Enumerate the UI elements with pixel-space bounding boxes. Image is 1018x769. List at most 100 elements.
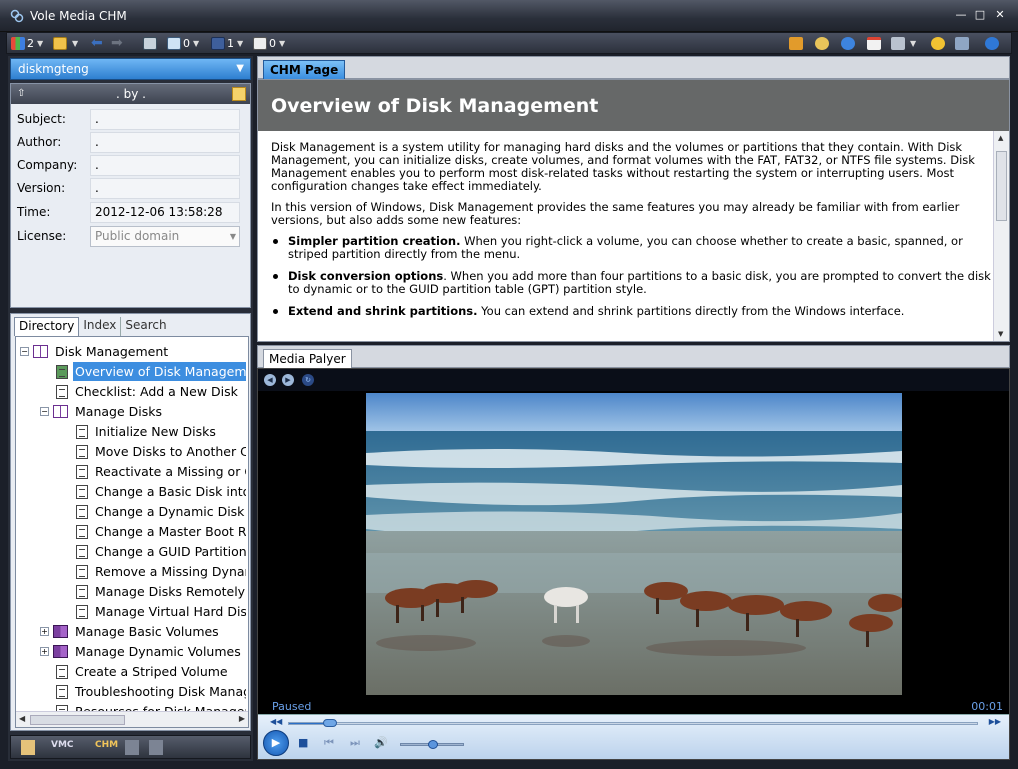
- tab-media-player[interactable]: Media Palyer: [263, 349, 352, 369]
- toolbar-item-1[interactable]: 2 ▼: [11, 35, 43, 52]
- chevron-down-icon: ▼: [229, 232, 236, 241]
- toolbar-item-2[interactable]: ▼: [53, 35, 78, 52]
- scroll-left-icon[interactable]: ◀: [19, 714, 25, 723]
- seek-handle[interactable]: [323, 719, 338, 727]
- tool-icon[interactable]: [125, 740, 139, 755]
- stop-button[interactable]: ■: [298, 736, 308, 749]
- next-button[interactable]: ⏭: [350, 736, 360, 750]
- calendar-button[interactable]: [867, 35, 883, 52]
- vmc-button[interactable]: VMC: [51, 740, 74, 755]
- tree-node[interactable]: Move Disks to Another Computer: [76, 442, 246, 461]
- network-button[interactable]: [955, 35, 971, 52]
- maximize-button[interactable]: □: [973, 9, 987, 21]
- network-icon[interactable]: [149, 740, 163, 755]
- palette-button[interactable]: [815, 35, 831, 52]
- tree-node-label: Troubleshooting Disk Management: [75, 684, 246, 699]
- tree-node[interactable]: Change a Dynamic Disk Back to a Basic Di…: [76, 502, 246, 521]
- previous-button[interactable]: ⏮: [324, 736, 334, 750]
- help-button[interactable]: [841, 35, 857, 52]
- list-item: Extend and shrink partitions. You can ex…: [271, 305, 991, 318]
- tree-node[interactable]: Reactivate a Missing or Offline Disk: [76, 462, 246, 481]
- collapse-icon[interactable]: −: [20, 347, 29, 356]
- toolbar-item-4-count: 1: [227, 37, 234, 50]
- toolbar-save-button[interactable]: [143, 35, 159, 52]
- chm-page-view: Overview of Disk Management Disk Managem…: [257, 79, 1010, 342]
- tab-directory[interactable]: Directory: [14, 317, 80, 336]
- tab-index[interactable]: Index: [79, 317, 122, 336]
- collapse-icon[interactable]: −: [40, 407, 49, 416]
- license-select[interactable]: Public domain ▼: [90, 226, 240, 247]
- tree-node[interactable]: Checklist: Add a New Disk: [56, 382, 240, 401]
- scrollbar-thumb[interactable]: [30, 715, 125, 725]
- settings-button[interactable]: ▼: [891, 35, 916, 52]
- tree-node[interactable]: − Disk Management: [20, 342, 170, 361]
- seek-bar[interactable]: [288, 719, 978, 727]
- tree-node[interactable]: Resources for Disk Management: [56, 702, 246, 711]
- tab-chm-page[interactable]: CHM Page: [263, 60, 346, 80]
- info-row-author: Author: .: [11, 131, 250, 153]
- subject-field[interactable]: .: [90, 109, 240, 130]
- vertical-scrollbar[interactable]: ▲ ▼: [993, 131, 1009, 341]
- minimize-button[interactable]: —: [954, 9, 968, 21]
- scrollbar-thumb[interactable]: [996, 151, 1007, 221]
- toolbar-item-1-count: 2: [27, 37, 34, 50]
- expand-icon[interactable]: +: [40, 647, 49, 656]
- volume-icon[interactable]: 🔊: [374, 736, 388, 749]
- tree-node[interactable]: Initialize New Disks: [76, 422, 218, 441]
- tree-node[interactable]: + Manage Basic Volumes: [40, 622, 221, 641]
- next-clip-icon[interactable]: ▶: [282, 374, 294, 386]
- close-button[interactable]: ✕: [993, 9, 1007, 21]
- left-panel: diskmgteng ▼ ⇧ . by . Subject: . Author:…: [8, 56, 253, 761]
- author-field[interactable]: .: [90, 132, 240, 153]
- volume-slider[interactable]: [400, 740, 464, 749]
- forward-button[interactable]: ➡: [111, 35, 123, 52]
- chevron-down-icon: ▼: [237, 39, 244, 48]
- collapse-icon[interactable]: ⇧: [17, 84, 25, 104]
- timer-button[interactable]: [931, 35, 947, 52]
- pin-icon[interactable]: ▼: [236, 59, 244, 79]
- previous-clip-icon[interactable]: ◀: [264, 374, 276, 386]
- version-field[interactable]: .: [90, 178, 240, 199]
- chm-button[interactable]: CHM: [95, 740, 118, 755]
- tree-node[interactable]: Create a Striped Volume: [56, 662, 230, 681]
- refresh-icon[interactable]: ↻: [302, 374, 314, 386]
- book-icon: [53, 625, 68, 638]
- expand-icon[interactable]: +: [40, 627, 49, 636]
- toolbar-item-5[interactable]: 0 ▼: [253, 35, 285, 52]
- toolbar-item-3[interactable]: 0 ▼: [167, 35, 199, 52]
- chevron-down-icon: ▼: [37, 39, 44, 48]
- tree-node[interactable]: − Manage Disks: [40, 402, 164, 421]
- time-field[interactable]: 2012-12-06 13:58:28: [90, 202, 240, 223]
- tree-node[interactable]: Change a Master Boot Record Disk: [76, 522, 246, 541]
- page-icon: [76, 524, 88, 539]
- tools-button[interactable]: [789, 35, 805, 52]
- edit-icon[interactable]: [232, 87, 246, 101]
- tree-node[interactable]: + Manage Dynamic Volumes: [40, 642, 243, 661]
- palette-icon: [815, 37, 829, 50]
- volume-handle[interactable]: [428, 740, 438, 749]
- tree-node[interactable]: Troubleshooting Disk Management: [56, 682, 246, 701]
- scroll-right-icon[interactable]: ▶: [239, 714, 245, 723]
- scroll-down-icon[interactable]: ▼: [998, 330, 1003, 338]
- document-name: diskmgteng: [18, 62, 89, 76]
- tree-node[interactable]: Change a GUID Partition Table Disk: [76, 542, 246, 561]
- horizontal-scrollbar[interactable]: ◀ ▶: [16, 711, 248, 727]
- scroll-up-icon[interactable]: ▲: [998, 134, 1003, 142]
- tree-node[interactable]: Overview of Disk Management: [56, 361, 246, 382]
- rewind-icon[interactable]: ◀◀: [270, 717, 282, 726]
- video-frame[interactable]: [366, 393, 902, 695]
- toolbar-item-4[interactable]: 1 ▼: [211, 35, 243, 52]
- play-button[interactable]: ▶: [263, 730, 289, 756]
- tree-node[interactable]: Change a Basic Disk into a Dynamic Disk: [76, 482, 246, 501]
- company-field[interactable]: .: [90, 155, 240, 176]
- title-bar: Vole Media CHM — □ ✕: [0, 0, 1018, 32]
- tree-node[interactable]: Remove a Missing Dynamic Disk: [76, 562, 246, 581]
- about-button[interactable]: [985, 35, 1001, 52]
- tree-node[interactable]: Manage Disks Remotely: [76, 582, 246, 601]
- tab-search[interactable]: Search: [121, 317, 170, 336]
- home-icon[interactable]: [21, 740, 35, 755]
- fast-forward-icon[interactable]: ▶▶: [989, 717, 1001, 726]
- tree-node[interactable]: Manage Virtual Hard Disks: [76, 602, 246, 621]
- back-button[interactable]: ⬅: [91, 35, 103, 52]
- page-icon: [76, 444, 88, 459]
